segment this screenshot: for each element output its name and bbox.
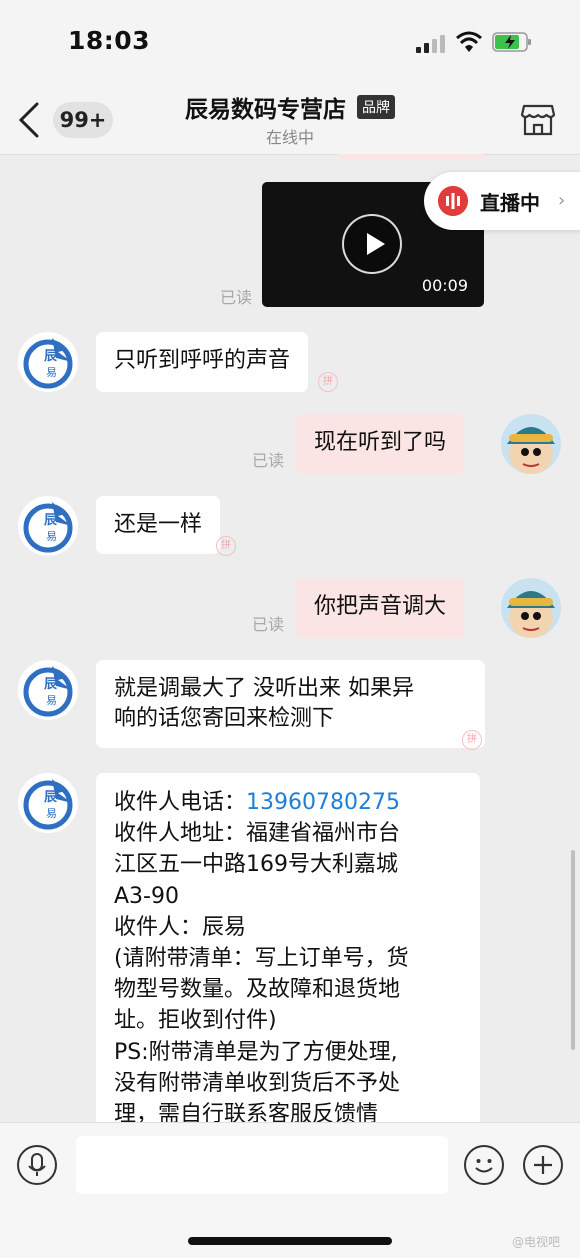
shop-avatar[interactable]: 辰 易	[18, 660, 78, 720]
plus-icon[interactable]	[523, 1145, 563, 1185]
shop-avatar[interactable]: 辰 易	[18, 332, 78, 392]
shop-avatar[interactable]: 辰 易	[18, 496, 78, 556]
svg-text:辰: 辰	[44, 513, 58, 528]
shop-logo-icon: 辰 易	[18, 332, 78, 392]
message-line: 收件人：辰易	[114, 914, 247, 940]
title-row: 辰易数码专营店 品牌	[0, 90, 580, 124]
voice-icon[interactable]	[17, 1145, 57, 1185]
read-receipt: 已读	[220, 288, 253, 307]
phone-line: 收件人电话：13960780275	[114, 787, 462, 818]
pdd-mark-icon: 拼	[216, 536, 236, 556]
user-avatar[interactable]	[501, 578, 561, 638]
message-text: 你把声音调大	[314, 594, 447, 619]
message-line: 址。拒收到付件)	[114, 1008, 277, 1034]
message-bubble-right[interactable]: 现在听到了吗	[296, 414, 465, 474]
message-line: A3-90	[114, 883, 179, 909]
message-bubble-right[interactable]: 你把声音调大	[296, 578, 465, 638]
watermark: @电视吧	[512, 1235, 561, 1249]
brand-tag: 品牌	[357, 95, 396, 119]
home-indicator	[188, 1237, 392, 1245]
shop-logo-icon: 辰 易	[18, 496, 78, 556]
cartoon-avatar-icon	[501, 414, 561, 474]
message-line: 江区五一中路169号大利嘉城	[114, 852, 398, 878]
play-icon[interactable]	[342, 214, 402, 274]
status-bar: 18:03	[0, 0, 580, 80]
store-icon[interactable]	[521, 104, 555, 136]
chat-header: 99+ 辰易数码专营店 品牌 在线中	[0, 80, 580, 155]
shop-avatar[interactable]: 辰 易	[18, 773, 78, 833]
message-line: PS:附带清单是为了方便处理,	[114, 1039, 398, 1065]
shop-logo-icon: 辰 易	[18, 773, 78, 833]
message-line: 收件人地址：福建省福州市台	[114, 821, 401, 847]
message-bubble-left[interactable]: 收件人电话：13960780275 收件人地址：福建省福州市台 江区五一中路16…	[96, 773, 480, 1153]
wifi-icon	[456, 31, 482, 52]
emoji-icon[interactable]	[464, 1145, 504, 1185]
message-text: 现在听到了吗	[314, 430, 447, 455]
svg-text:易: 易	[46, 366, 57, 379]
cartoon-avatar-icon	[501, 578, 561, 638]
online-status: 在线中	[265, 128, 314, 147]
pdd-mark-icon: 拼	[462, 730, 482, 750]
svg-text:易: 易	[46, 807, 57, 820]
read-receipt: 已读	[252, 451, 285, 470]
previous-message-sliver	[338, 154, 484, 160]
message-line: 响的话您寄回来检测下	[114, 706, 335, 731]
message-line: 就是调最大了 没听出来 如果异	[114, 676, 414, 701]
message-bubble-left[interactable]: 只听到呼呼的声音	[96, 332, 309, 392]
phone-link[interactable]: 13960780275	[246, 790, 400, 815]
cellular-signal-icon	[416, 35, 445, 53]
scrollbar[interactable]	[571, 850, 575, 1050]
phone-label: 收件人电话：	[114, 790, 247, 815]
message-input[interactable]	[76, 1136, 448, 1194]
svg-text:易: 易	[46, 530, 57, 543]
svg-text:辰: 辰	[44, 349, 58, 364]
live-indicator[interactable]: 直播中 ›	[424, 172, 580, 230]
chevron-right-icon: ›	[558, 190, 566, 211]
message-text: 还是一样	[114, 512, 203, 537]
message-bubble-left[interactable]: 还是一样	[96, 496, 221, 554]
input-bar: @电视吧	[0, 1122, 580, 1258]
message-line: (请附带清单：写上订单号，货	[114, 946, 409, 972]
message-line: 物型号数量。及故障和退货地	[114, 977, 401, 1003]
pdd-mark-icon: 拼	[318, 372, 338, 392]
message-text: 只听到呼呼的声音	[114, 348, 291, 373]
status-time: 18:03	[68, 26, 151, 55]
user-avatar[interactable]	[501, 414, 561, 474]
read-receipt: 已读	[252, 615, 285, 634]
svg-text:易: 易	[46, 694, 57, 707]
svg-text:辰: 辰	[44, 677, 58, 692]
message-bubble-left[interactable]: 就是调最大了 没听出来 如果异 响的话您寄回来检测下	[96, 660, 485, 748]
battery-charging-icon	[492, 32, 531, 52]
live-icon	[438, 186, 468, 216]
svg-text:辰: 辰	[44, 790, 58, 805]
shop-logo-icon: 辰 易	[18, 660, 78, 720]
message-line: 没有附带清单收到货后不予处	[114, 1070, 401, 1096]
shop-name[interactable]: 辰易数码专营店	[185, 97, 346, 123]
live-label: 直播中	[480, 191, 540, 215]
video-duration: 00:09	[421, 276, 468, 295]
